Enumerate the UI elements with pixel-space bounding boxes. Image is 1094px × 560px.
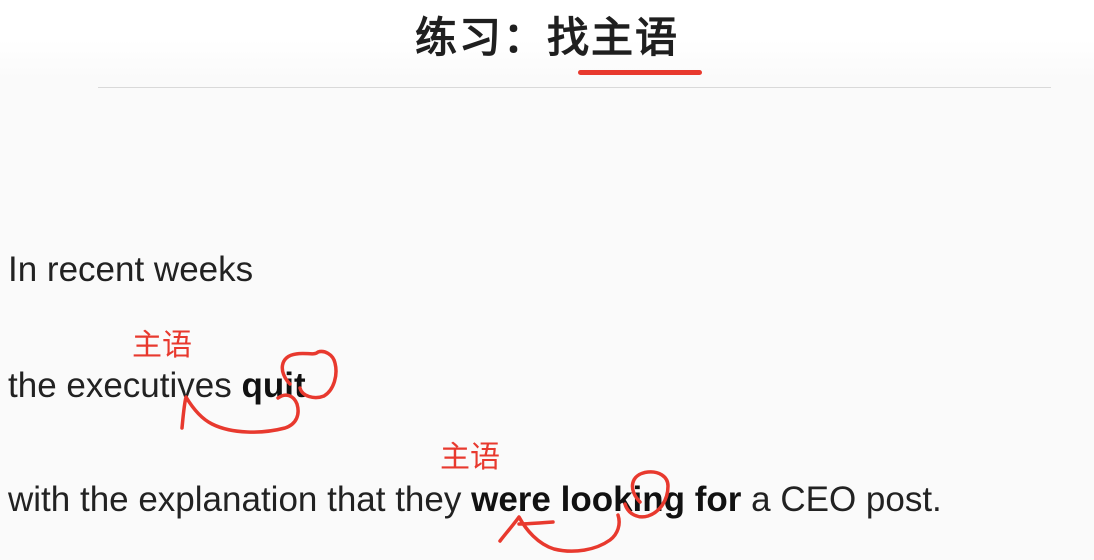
line-2-text-subject: the executives <box>8 366 242 405</box>
header-divider <box>98 87 1051 88</box>
line-2-verb: quit <box>241 366 306 405</box>
sentence-line-3: with the explanation that they were look… <box>8 480 942 520</box>
subject-annotation-1: 主语 <box>132 328 192 363</box>
title-underline <box>578 70 702 75</box>
underline-arrow-2 <box>517 520 555 526</box>
page-title: 练习：找主语 <box>414 13 679 62</box>
sentence-line-1: In recent weeks <box>8 250 253 290</box>
subject-annotation-2: 主语 <box>440 440 500 475</box>
line-3-text-lead: with the explanation that they <box>8 480 472 519</box>
line-3-verb: were looking for <box>471 480 742 519</box>
subject-arrow-2 <box>498 513 621 553</box>
sentence-line-2: the executives quit <box>8 366 306 406</box>
line-3-text-tail: a CEO post. <box>741 480 942 519</box>
title-container: 练习：找主语 <box>0 8 1094 68</box>
line-1-text: In recent weeks <box>8 250 254 289</box>
